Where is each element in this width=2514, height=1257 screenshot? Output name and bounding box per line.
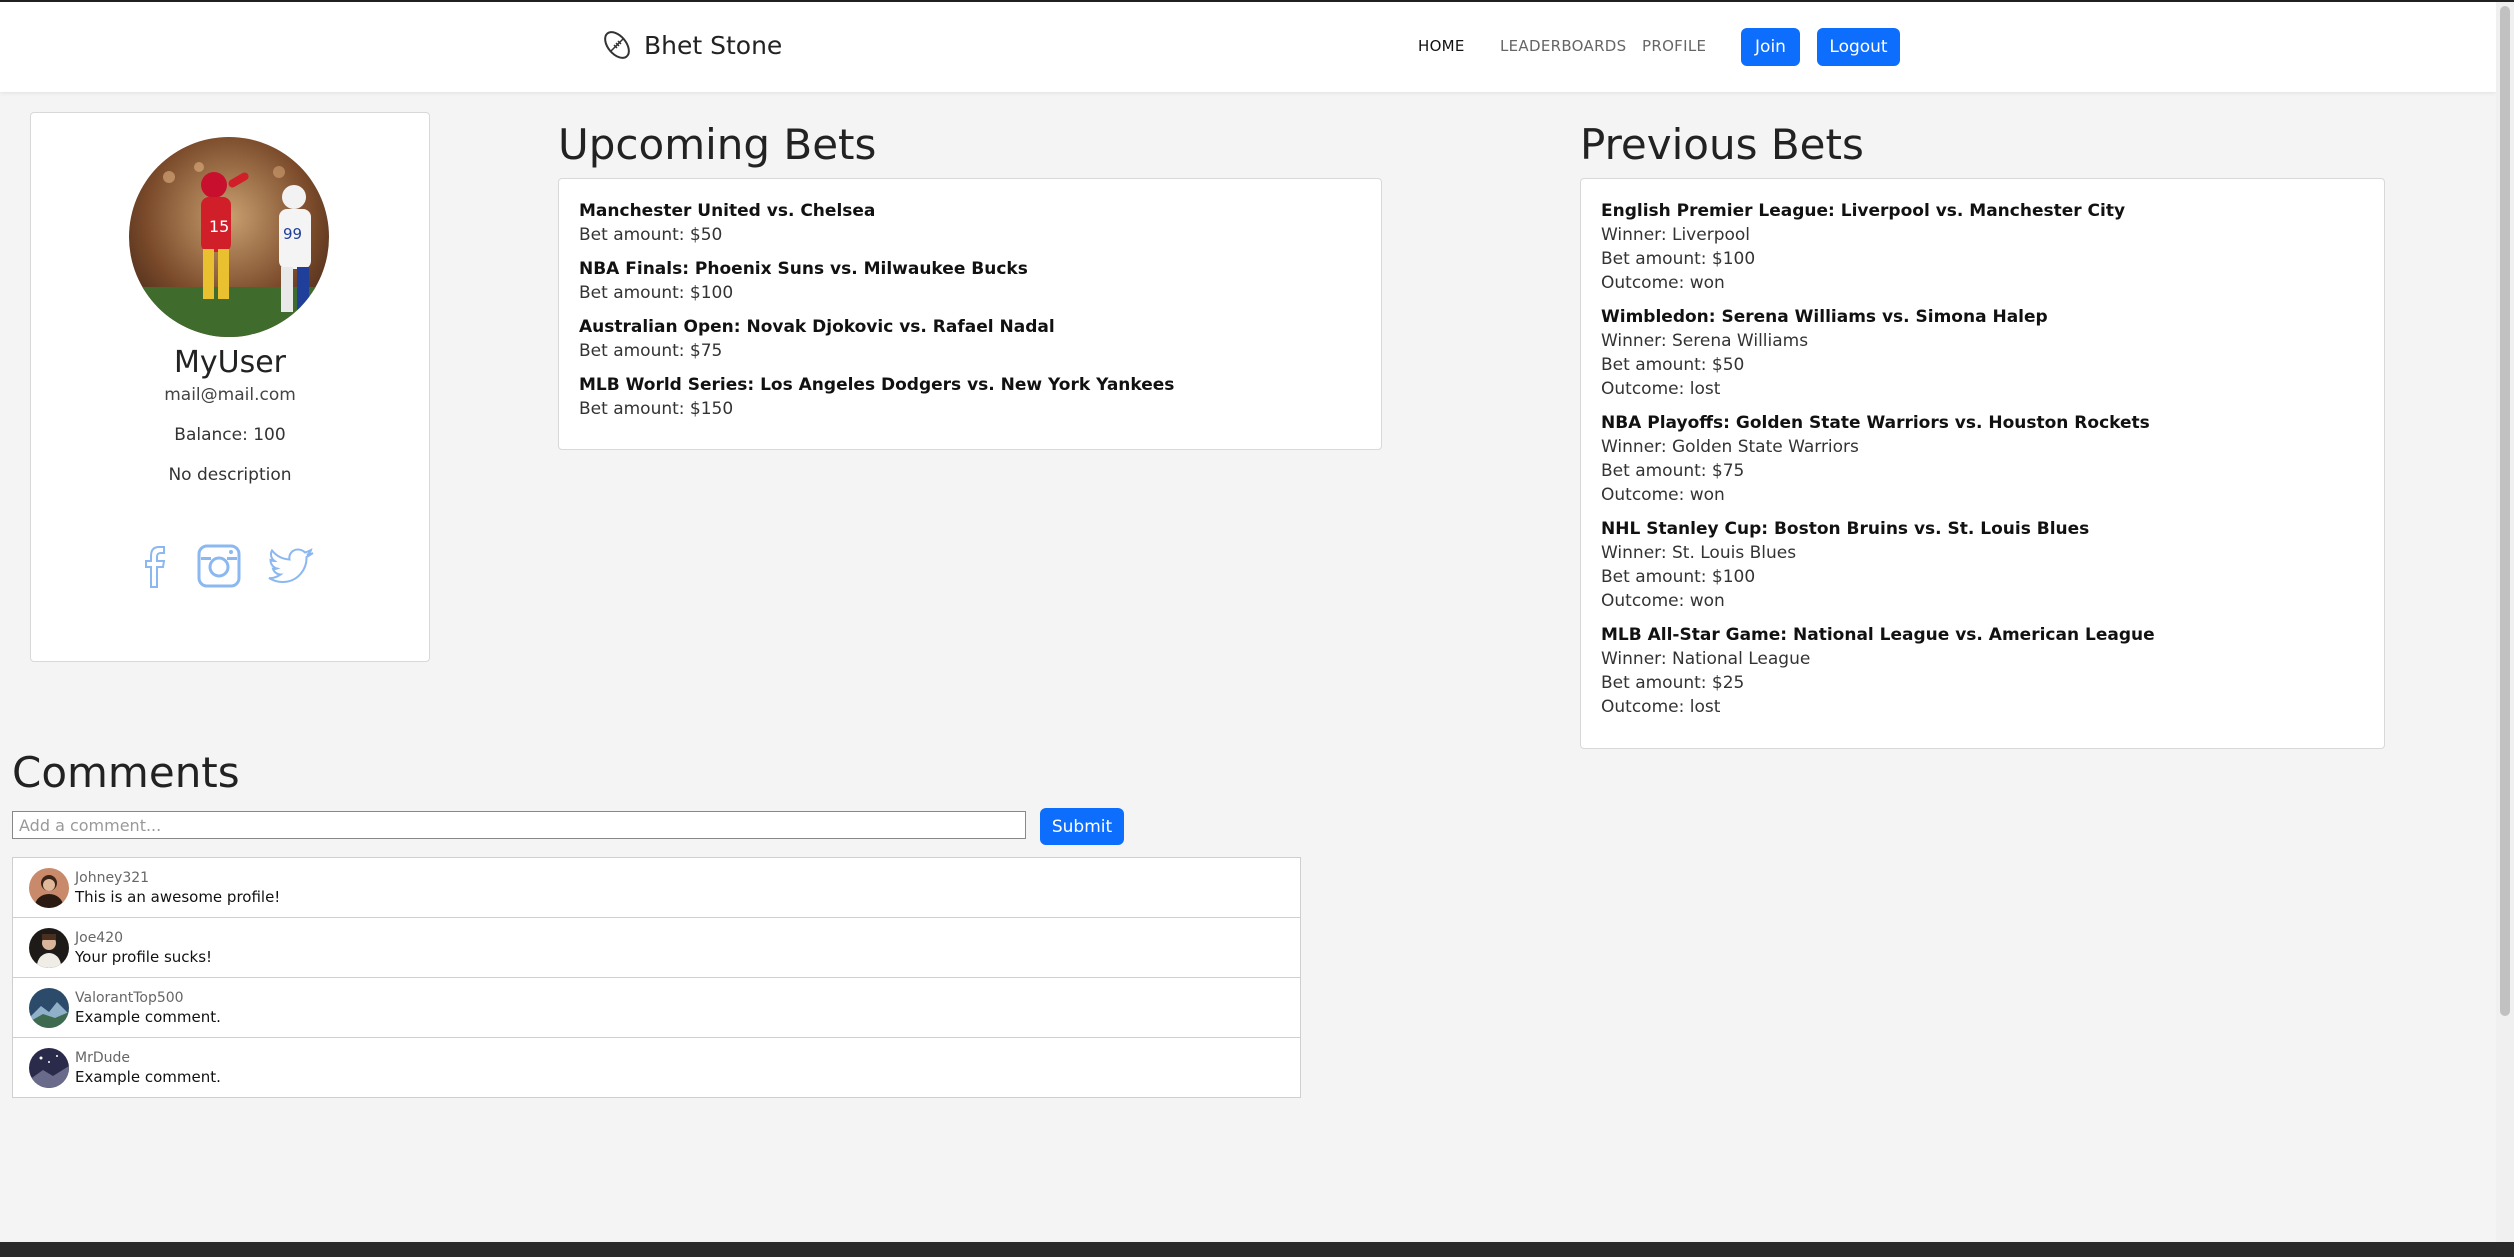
comment-avatar — [29, 1048, 69, 1088]
bet-winner: Winner: Golden State Warriors — [1601, 437, 1859, 457]
bet-amount: Bet amount: $100 — [1601, 249, 1756, 269]
bet-amount: Bet amount: $25 — [1601, 673, 1745, 693]
bet-amount: Bet amount: $75 — [1601, 461, 1745, 481]
bet-match: Manchester United vs. Chelsea — [579, 201, 876, 221]
bet-winner: Winner: National League — [1601, 649, 1811, 669]
brand-name: Bhet Stone — [644, 30, 783, 60]
upcoming-bet-item: MLB World Series: Los Angeles Dodgers vs… — [579, 373, 1361, 421]
comment-item: Joe420 Your profile sucks! — [13, 918, 1300, 978]
bet-outcome: Outcome: lost — [1601, 697, 1721, 717]
page-scrollbar[interactable] — [2496, 2, 2514, 1242]
previous-bet-item: NBA Playoffs: Golden State Warriors vs. … — [1601, 411, 2364, 507]
bet-match: Australian Open: Novak Djokovic vs. Rafa… — [579, 317, 1055, 337]
bet-match: NHL Stanley Cup: Boston Bruins vs. St. L… — [1601, 519, 2090, 539]
facebook-icon[interactable] — [131, 541, 181, 591]
comments-title: Comments — [12, 748, 240, 797]
profile-photo-image: 15 99 — [129, 137, 329, 337]
bet-amount: Bet amount: $50 — [1601, 355, 1745, 375]
navbar: Bhet Stone HOME LEADERBOARDS PROFILE Joi… — [0, 2, 2496, 92]
comment-item: ValorantTop500 Example comment. — [13, 978, 1300, 1038]
bet-winner: Winner: Liverpool — [1601, 225, 1751, 245]
comment-username[interactable]: ValorantTop500 — [75, 990, 184, 1006]
instagram-icon[interactable] — [194, 541, 244, 591]
nav-link-profile[interactable]: PROFILE — [1642, 37, 1706, 55]
submit-comment-button[interactable]: Submit — [1040, 808, 1124, 845]
previous-bets-card: English Premier League: Liverpool vs. Ma… — [1580, 178, 2385, 749]
bet-amount: Bet amount: $50 — [579, 225, 723, 245]
profile-description: No description — [168, 465, 292, 485]
profile-balance: Balance: 100 — [174, 425, 286, 445]
comment-username[interactable]: Johney321 — [75, 870, 149, 886]
upcoming-bet-item: NBA Finals: Phoenix Suns vs. Milwaukee B… — [579, 257, 1361, 305]
profile-card: 15 99 MyUser mail@mail.com Balance: 100 … — [30, 112, 430, 662]
svg-text:15: 15 — [209, 217, 229, 236]
bet-match: NBA Finals: Phoenix Suns vs. Milwaukee B… — [579, 259, 1028, 279]
bet-amount: Bet amount: $100 — [1601, 567, 1756, 587]
svg-text:99: 99 — [283, 225, 302, 243]
comment-text: Example comment. — [75, 1068, 221, 1086]
comment-text: Your profile sucks! — [75, 948, 213, 966]
previous-bet-item: NHL Stanley Cup: Boston Bruins vs. St. L… — [1601, 517, 2364, 613]
profile-email: mail@mail.com — [164, 385, 296, 405]
previous-bets-title: Previous Bets — [1580, 120, 1864, 169]
upcoming-bet-item: Manchester United vs. Chelsea Bet amount… — [579, 199, 1361, 247]
upcoming-bets-card: Manchester United vs. Chelsea Bet amount… — [558, 178, 1382, 450]
nav-link-leaderboards[interactable]: LEADERBOARDS — [1500, 37, 1626, 55]
comment-input[interactable] — [12, 811, 1026, 839]
join-button[interactable]: Join — [1741, 28, 1800, 66]
bet-winner: Winner: St. Louis Blues — [1601, 543, 1797, 563]
upcoming-bets-title: Upcoming Bets — [558, 120, 877, 169]
comment-username[interactable]: Joe420 — [75, 930, 123, 946]
previous-bet-item: MLB All-Star Game: National League vs. A… — [1601, 623, 2364, 719]
nav-link-home[interactable]: HOME — [1418, 37, 1465, 55]
upcoming-bet-item: Australian Open: Novak Djokovic vs. Rafa… — [579, 315, 1361, 363]
bet-amount: Bet amount: $150 — [579, 399, 734, 419]
comment-avatar — [29, 928, 69, 968]
bet-outcome: Outcome: won — [1601, 591, 1725, 611]
previous-bet-item: Wimbledon: Serena Williams vs. Simona Ha… — [1601, 305, 2364, 401]
bet-outcome: Outcome: won — [1601, 485, 1725, 505]
bet-match: MLB All-Star Game: National League vs. A… — [1601, 625, 2155, 645]
logout-button[interactable]: Logout — [1817, 28, 1900, 66]
comment-avatar — [29, 988, 69, 1028]
bet-match: English Premier League: Liverpool vs. Ma… — [1601, 201, 2126, 221]
bet-match: NBA Playoffs: Golden State Warriors vs. … — [1601, 413, 2150, 433]
bet-outcome: Outcome: lost — [1601, 379, 1721, 399]
scrollbar-thumb[interactable] — [2500, 6, 2510, 1016]
bet-match: MLB World Series: Los Angeles Dodgers vs… — [579, 375, 1175, 395]
comment-avatar — [29, 868, 69, 908]
twitter-icon[interactable] — [267, 541, 317, 591]
comment-item: MrDude Example comment. — [13, 1038, 1300, 1097]
bet-amount: Bet amount: $100 — [579, 283, 734, 303]
profile-username: MyUser — [173, 345, 287, 380]
football-logo-icon — [604, 31, 630, 59]
comment-item: Johney321 This is an awesome profile! — [13, 858, 1300, 918]
comment-text: This is an awesome profile! — [75, 888, 281, 906]
bet-winner: Winner: Serena Williams — [1601, 331, 1809, 351]
profile-avatar: 15 99 — [129, 137, 329, 337]
bottom-bar — [0, 1242, 2514, 1257]
bet-amount: Bet amount: $75 — [579, 341, 723, 361]
brand[interactable]: Bhet Stone — [600, 28, 782, 62]
previous-bet-item: English Premier League: Liverpool vs. Ma… — [1601, 199, 2364, 295]
comment-text: Example comment. — [75, 1008, 221, 1026]
bet-match: Wimbledon: Serena Williams vs. Simona Ha… — [1601, 307, 2048, 327]
comment-username[interactable]: MrDude — [75, 1050, 130, 1066]
bet-outcome: Outcome: won — [1601, 273, 1725, 293]
comments-list: Johney321 This is an awesome profile! Jo… — [12, 857, 1301, 1098]
